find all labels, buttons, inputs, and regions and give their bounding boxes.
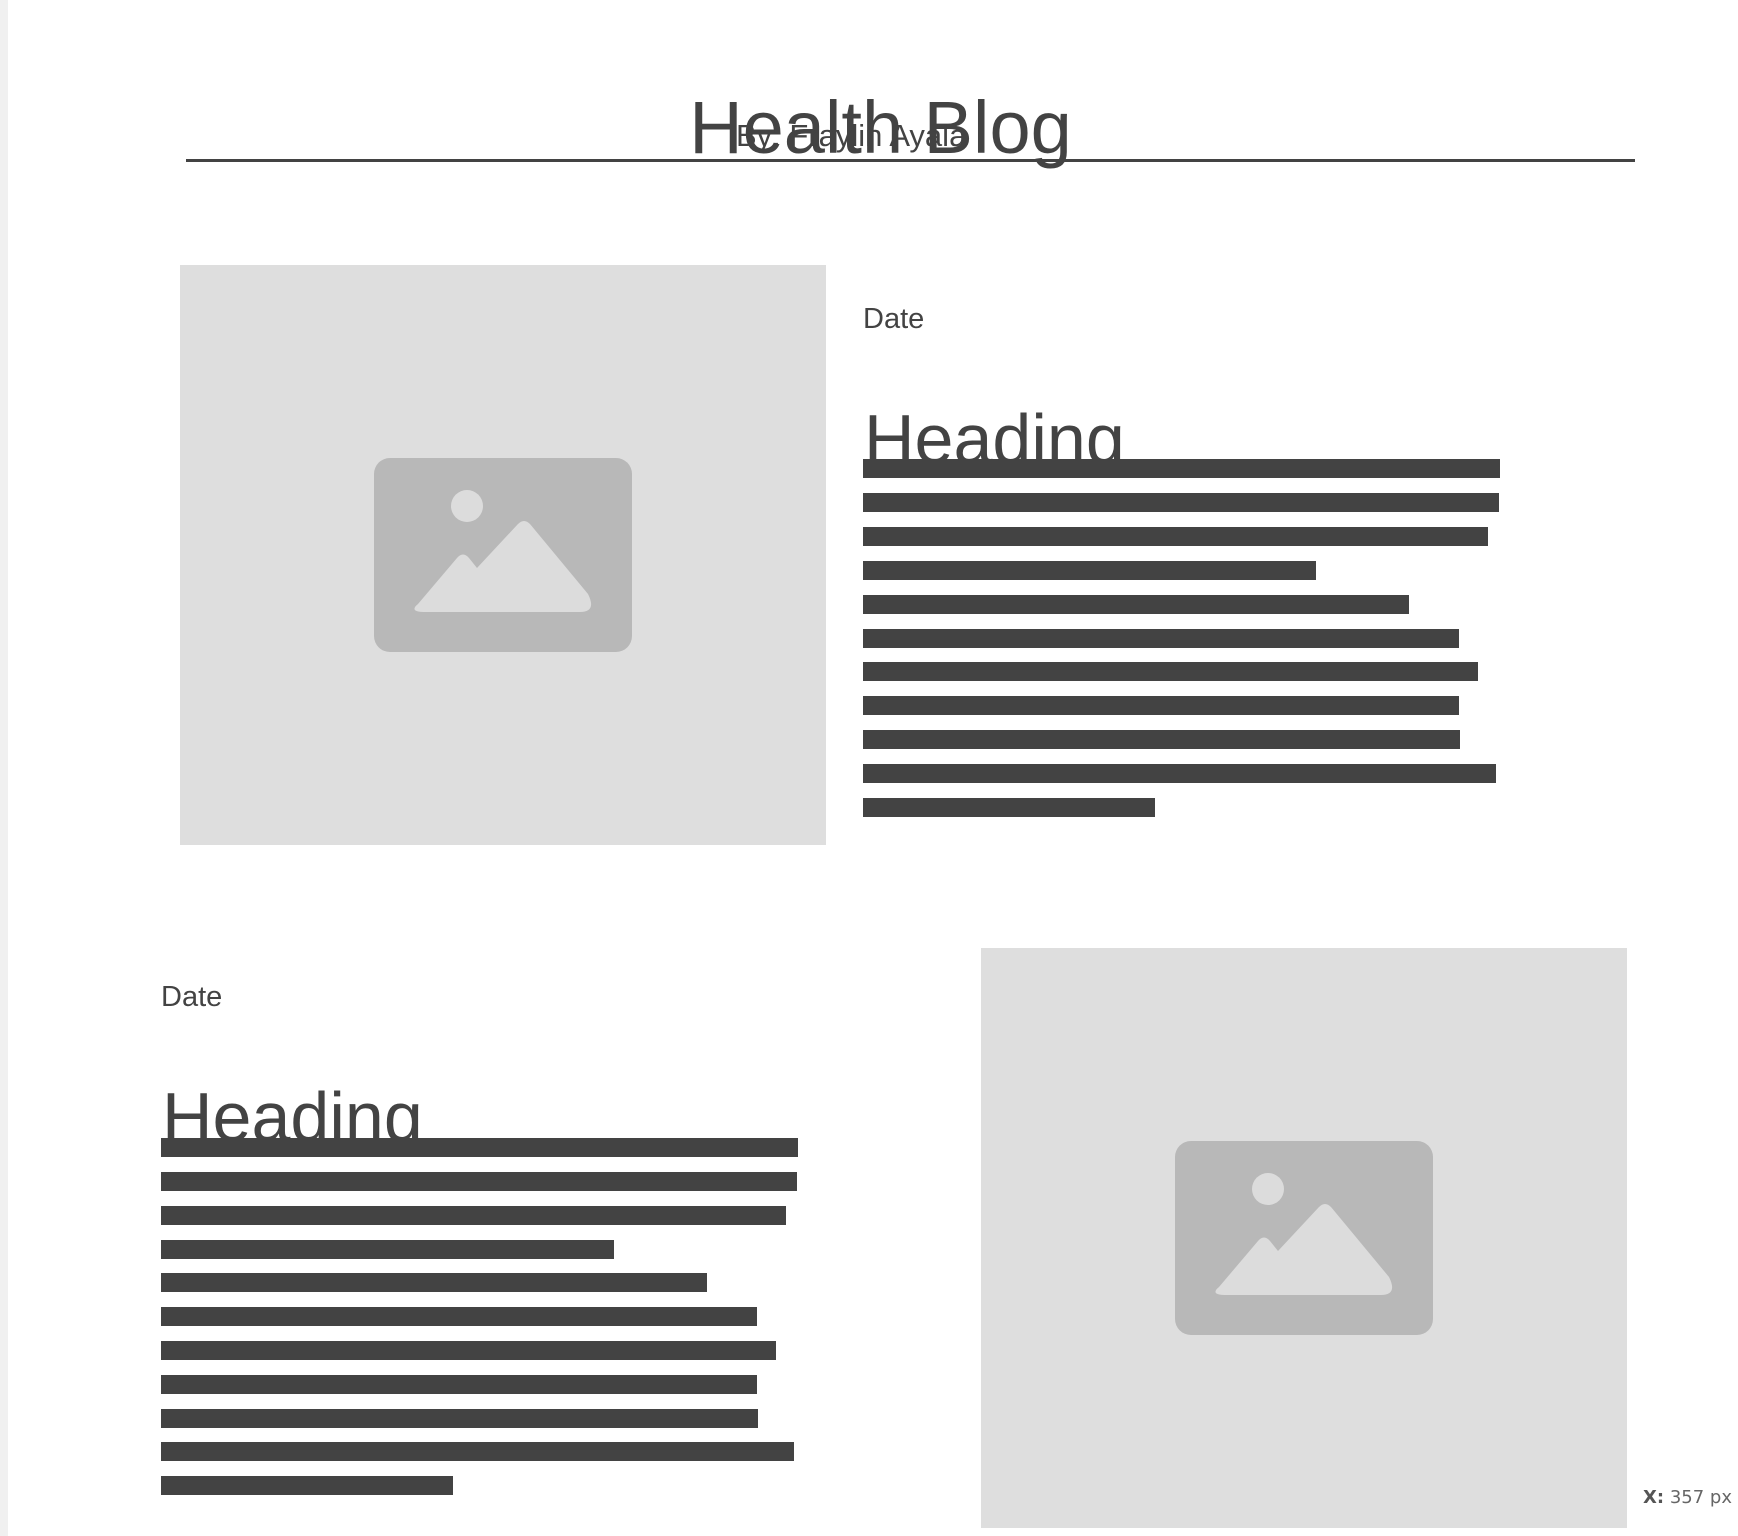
text-line bbox=[863, 459, 1500, 478]
text-line bbox=[863, 629, 1459, 648]
text-line bbox=[863, 696, 1459, 715]
text-line bbox=[863, 493, 1499, 512]
text-line bbox=[161, 1476, 453, 1495]
text-line bbox=[863, 764, 1496, 783]
text-line bbox=[863, 662, 1478, 681]
text-line bbox=[161, 1273, 707, 1292]
text-line bbox=[161, 1375, 757, 1394]
coordinate-label: X: bbox=[1643, 1487, 1665, 1508]
post-1-image bbox=[180, 265, 826, 845]
coordinate-readout: X: 357 px bbox=[1641, 1487, 1734, 1508]
byline: By: Fraylin Ayala bbox=[736, 118, 967, 153]
text-line bbox=[863, 527, 1488, 546]
image-placeholder-icon bbox=[374, 458, 632, 652]
coordinate-value: 357 px bbox=[1669, 1487, 1732, 1508]
text-line bbox=[863, 595, 1409, 614]
text-line bbox=[863, 798, 1155, 817]
text-line bbox=[863, 730, 1460, 749]
post-2-image bbox=[981, 948, 1627, 1528]
text-line bbox=[161, 1307, 757, 1326]
text-line bbox=[161, 1409, 758, 1428]
post-1-date: Date bbox=[863, 303, 925, 335]
text-line bbox=[161, 1172, 797, 1191]
text-line bbox=[863, 561, 1316, 580]
text-line bbox=[161, 1206, 786, 1225]
post-2-date: Date bbox=[161, 981, 223, 1013]
text-line bbox=[161, 1138, 798, 1157]
text-line bbox=[161, 1240, 614, 1259]
header-divider bbox=[186, 159, 1635, 162]
text-line bbox=[161, 1341, 776, 1360]
image-placeholder-icon bbox=[1175, 1141, 1433, 1335]
page-canvas: Health Blog By: Fraylin Ayala Date Headi… bbox=[8, 0, 1738, 1536]
text-line bbox=[161, 1442, 794, 1461]
